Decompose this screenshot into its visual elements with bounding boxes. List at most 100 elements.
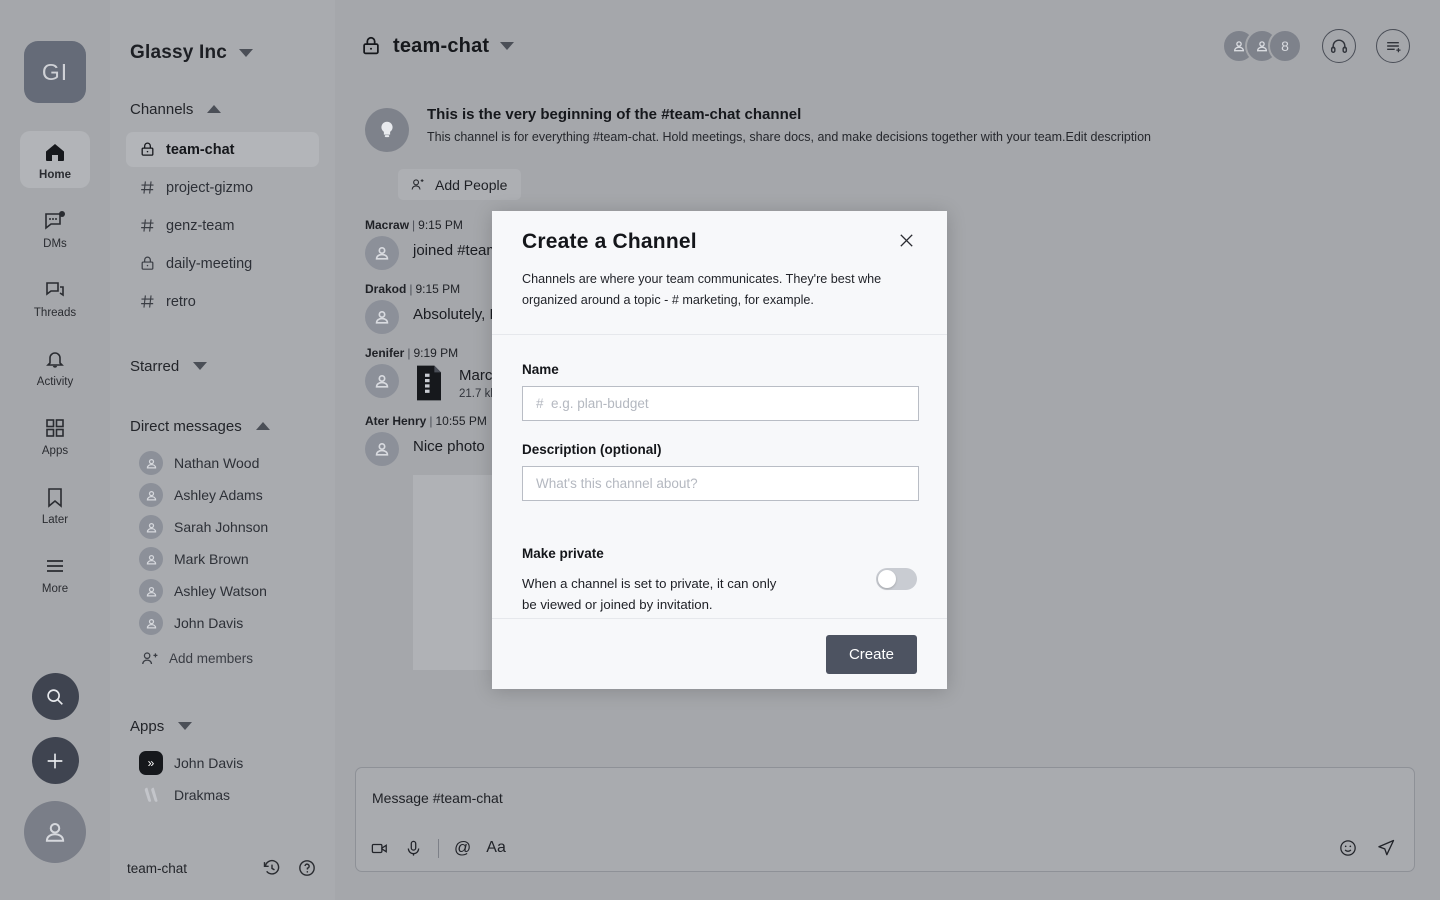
rail-item-label: Activity [36, 376, 74, 388]
dm-item[interactable]: Mark Brown [110, 543, 335, 575]
video-icon[interactable] [370, 839, 389, 858]
sidebar-channel-project-gizmo[interactable]: project-gizmo [126, 170, 319, 205]
message-author: Ater Henry [365, 414, 427, 428]
channel-header-button[interactable]: team-chat [360, 34, 515, 58]
dm-item[interactable]: John Davis [110, 607, 335, 639]
channel-list: team-chat project-gizmo genz-team daily-… [110, 132, 335, 319]
close-icon[interactable] [896, 230, 917, 256]
channel-name: project-gizmo [166, 179, 254, 196]
channel-name-input[interactable] [522, 385, 919, 421]
channel-topbar: team-chat 8 [335, 0, 1440, 92]
channel-menu-button[interactable] [1376, 29, 1410, 63]
help-icon[interactable] [297, 858, 317, 878]
mention-icon[interactable]: @ [454, 838, 471, 858]
rail-item-apps[interactable]: Apps [20, 407, 90, 464]
name-field-label: Name [522, 361, 559, 377]
channel-name: team-chat [166, 141, 235, 158]
sidebar-channel-retro[interactable]: retro [126, 284, 319, 319]
new-item-button[interactable] [31, 737, 79, 784]
make-private-text: Make private When a channel is set to pr… [522, 546, 776, 617]
apps-grid-icon [46, 419, 64, 437]
add-people-button[interactable]: Add People [398, 169, 522, 200]
format-text-icon[interactable]: Aa [486, 839, 506, 857]
dm-item[interactable]: Ashley Adams [110, 479, 335, 511]
person-icon [375, 311, 389, 324]
tools-divider [438, 838, 439, 858]
add-person-icon [142, 651, 158, 664]
app-item[interactable]: » John Davis [110, 747, 335, 779]
channel-intro: This is the very beginning of the #team-… [335, 92, 1440, 152]
person-icon [146, 586, 156, 596]
lock-icon [141, 256, 154, 270]
sidebar-channel-genz-team[interactable]: genz-team [126, 208, 319, 243]
search-icon [47, 688, 63, 705]
avatar [365, 364, 399, 398]
modal-subtitle-line2: organized around a topic - # marketing, … [522, 292, 814, 307]
rail-item-home[interactable]: Home [20, 131, 90, 188]
drakmas-logo-icon [144, 787, 158, 802]
person-icon [146, 522, 156, 532]
bookmark-icon [48, 488, 62, 508]
message-composer[interactable]: Message #team-chat @ Aa [355, 767, 1415, 872]
make-private-toggle[interactable] [876, 567, 917, 590]
dm-item[interactable]: Nathan Wood [110, 447, 335, 479]
dm-item[interactable]: Ashley Watson [110, 575, 335, 607]
microphone-icon[interactable] [404, 839, 423, 858]
person-icon [375, 375, 389, 388]
rail-item-more[interactable]: More [20, 545, 90, 602]
send-icon[interactable] [1376, 838, 1396, 858]
member-facepile[interactable]: 8 [1222, 29, 1302, 63]
person-icon [146, 490, 156, 500]
channel-title: team-chat [393, 34, 490, 57]
dm-item[interactable]: Sarah Johnson [110, 511, 335, 543]
app-logo-icon [139, 783, 163, 807]
member-count-badge: 8 [1268, 29, 1302, 63]
section-label: Channels [130, 100, 194, 118]
app-item[interactable]: Drakmas [110, 779, 335, 811]
search-button[interactable] [31, 673, 79, 720]
add-members-button[interactable]: Add members [110, 641, 335, 675]
rail-item-label: More [41, 583, 69, 595]
apps-list: » John Davis Drakmas [110, 747, 335, 811]
person-icon [45, 822, 65, 842]
rail-item-label: DMs [43, 238, 67, 250]
channel-description-input[interactable] [522, 465, 919, 501]
rail-item-label: Home [39, 169, 71, 181]
sidebar-channel-team-chat[interactable]: team-chat [126, 132, 319, 167]
history-icon[interactable] [262, 858, 282, 878]
section-label: Starred [130, 357, 180, 375]
channel-name: daily-meeting [166, 255, 253, 272]
message-author: Jenifer [365, 346, 405, 360]
workspace-initials: GI [41, 58, 69, 85]
workspace-switcher[interactable]: Glassy Inc [110, 0, 335, 64]
emoji-icon[interactable] [1338, 838, 1358, 858]
rail-item-label: Later [41, 514, 69, 526]
section-header-apps[interactable]: Apps [110, 709, 335, 743]
modal-body: Name Description (optional) Make private… [492, 335, 947, 617]
section-header-direct-messages[interactable]: Direct messages [110, 409, 335, 443]
huddle-button[interactable] [1322, 29, 1356, 63]
create-channel-button[interactable]: Create [825, 634, 917, 674]
rail-item-activity[interactable]: Activity [20, 338, 90, 395]
message-author: Macraw [365, 218, 410, 232]
toggle-knob [878, 569, 896, 588]
section-header-starred[interactable]: Starred [110, 349, 335, 383]
workspace-badge[interactable]: GI [24, 41, 86, 103]
rail-item-dms[interactable]: DMs [20, 200, 90, 257]
person-icon [375, 443, 389, 456]
chevron-down-icon [178, 722, 193, 730]
rail-item-threads[interactable]: Threads [20, 269, 90, 326]
lightbulb-icon [365, 108, 409, 152]
sidebar-footer: team-chat [110, 858, 335, 878]
composer-placeholder[interactable]: Message #team-chat [356, 768, 1414, 806]
section-header-channels[interactable]: Channels [110, 92, 335, 126]
modal-footer: Create [492, 618, 947, 689]
chevron-down-icon [500, 42, 515, 50]
user-avatar[interactable] [24, 801, 86, 863]
sidebar-channel-daily-meeting[interactable]: daily-meeting [126, 246, 319, 281]
dm-list: Nathan Wood Ashley Adams Sarah Johnson M… [110, 447, 335, 675]
modal-header: Create a Channel Channels are where your… [492, 211, 947, 335]
dm-name: Ashley Adams [174, 487, 263, 503]
modal-subtitle-line1: Channels are where your team communicate… [522, 272, 882, 286]
rail-item-later[interactable]: Later [20, 476, 90, 533]
